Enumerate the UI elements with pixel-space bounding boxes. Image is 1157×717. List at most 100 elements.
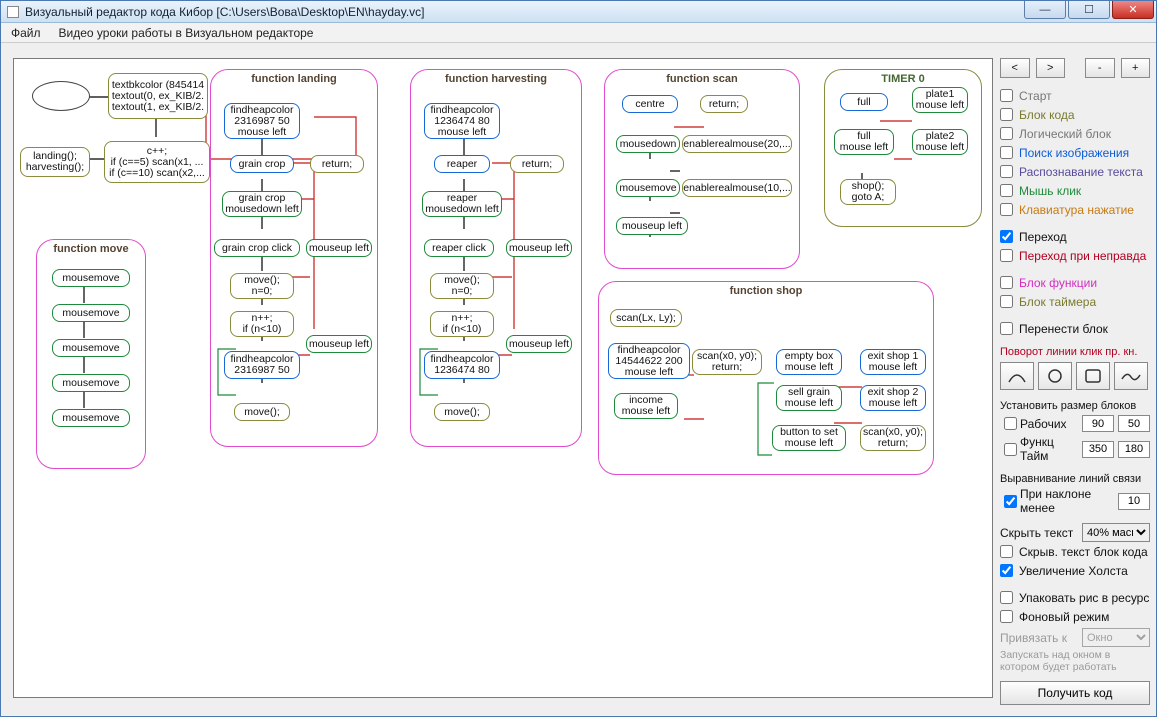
chk-start[interactable] [1000,89,1013,102]
land-mu[interactable]: mouseup left [306,239,372,257]
harv-mv1[interactable]: move(); n=0; [430,273,494,299]
land-mu2[interactable]: mouseup left [306,335,372,353]
shape-circle-button[interactable] [1038,362,1072,390]
close-button[interactable]: ✕ [1112,1,1154,19]
mv1[interactable]: mousemove [52,304,130,322]
tim-fullml[interactable]: full mouse left [834,129,894,155]
chk-mouse[interactable] [1000,184,1013,197]
harv-mu[interactable]: mouseup left [506,239,572,257]
shape-arc-button[interactable] [1000,362,1034,390]
opt-jump[interactable]: Переход [1000,227,1150,246]
shop-scanL[interactable]: scan(Lx, Ly); [610,309,682,327]
shop-exit1[interactable]: exit shop 1 mouse left [860,349,926,375]
opt-logic[interactable]: Логический блок [1000,124,1150,143]
in-work-w[interactable] [1082,415,1114,432]
opt-start[interactable]: Старт [1000,86,1150,105]
opt-ocr[interactable]: Распознавание текста [1000,162,1150,181]
scan-er2[interactable]: enablerealmouse(10,... [682,179,792,197]
maximize-button[interactable]: ☐ [1068,1,1110,19]
chk-ocr[interactable] [1000,165,1013,178]
chk-image[interactable] [1000,146,1013,159]
chk-moveblk[interactable] [1000,322,1013,335]
land-mv1[interactable]: move(); n=0; [230,273,294,299]
harv-find2[interactable]: findheapcolor 1236474 80 [424,351,500,379]
land-cond[interactable]: n++; if (n<10) [230,311,294,337]
mv0[interactable]: mousemove [52,269,130,287]
nav-back-button[interactable]: < [1000,58,1030,78]
opt-code[interactable]: Блок кода [1000,105,1150,124]
harv-ret[interactable]: return; [510,155,564,173]
harv-find1[interactable]: findheapcolor 1236474 80 mouse left [424,103,500,139]
land-crop[interactable]: grain crop [230,155,294,173]
start-ellipse[interactable] [32,81,90,111]
block-loop[interactable]: c++; if (c==5) scan(x1, ... if (c==10) s… [104,141,210,183]
shop-setp[interactable]: button to set mouse left [772,425,846,451]
nav-zoomout-button[interactable]: - [1085,58,1115,78]
chk-hidecode[interactable] [1000,545,1013,558]
canvas[interactable]: textbkcolor (845414 textout(0, ex_KIB/2.… [14,59,992,697]
harv-mu2[interactable]: mouseup left [506,335,572,353]
opt-moveblk[interactable]: Перенести блок [1000,319,1150,338]
chk-func-size[interactable] [1004,443,1017,456]
land-mv2[interactable]: move(); [234,403,290,421]
scan-mm[interactable]: mousemove [616,179,680,197]
get-code-button[interactable]: Получить код [1000,681,1150,705]
land-find2[interactable]: findheapcolor 2316987 50 [224,351,300,379]
chk-bg[interactable] [1000,610,1013,623]
scan-centre[interactable]: centre [622,95,678,113]
shop-exit2[interactable]: exit shop 2 mouse left [860,385,926,411]
tim-shop[interactable]: shop(); goto A; [840,179,896,205]
opt-pack[interactable]: Упаковать рис в ресурс [1000,588,1150,607]
chk-logic[interactable] [1000,127,1013,140]
opt-mouse[interactable]: Мышь клик [1000,181,1150,200]
shop-find[interactable]: findheapcolor 14544622 200 mouse left [608,343,690,379]
harv-cond[interactable]: n++; if (n<10) [430,311,494,337]
chk-pack[interactable] [1000,591,1013,604]
opt-timer[interactable]: Блок таймера [1000,292,1150,311]
shape-rect-button[interactable] [1076,362,1110,390]
chk-code[interactable] [1000,108,1013,121]
chk-func[interactable] [1000,276,1013,289]
opt-keyb[interactable]: Клавиатура нажатие [1000,200,1150,219]
menu-file[interactable]: Файл [11,26,41,40]
chk-timer[interactable] [1000,295,1013,308]
sel-hide[interactable]: 40% масш [1082,523,1150,542]
opt-image[interactable]: Поиск изображения [1000,143,1150,162]
harv-mv2[interactable]: move(); [434,403,490,421]
land-crop-md[interactable]: grain crop mousedown left [222,191,302,217]
in-slope[interactable] [1118,493,1150,510]
scan-ret[interactable]: return; [700,95,748,113]
tim-plate1[interactable]: plate1 mouse left [912,87,968,113]
land-crop-click[interactable]: grain crop click [214,239,300,257]
scan-mu[interactable]: mouseup left [616,217,688,235]
mv4[interactable]: mousemove [52,409,130,427]
harv-reap-md[interactable]: reaper mousedown left [422,191,502,217]
harv-reap-clk[interactable]: reaper click [424,239,494,257]
land-ret[interactable]: return; [310,155,364,173]
chk-keyb[interactable] [1000,203,1013,216]
scan-er1[interactable]: enablerealmouse(20,... [682,135,792,153]
chk-slope[interactable] [1004,495,1017,508]
opt-jumpfalse[interactable]: Переход при неправда [1000,246,1150,265]
scan-md[interactable]: mousedown [616,135,680,153]
mv2[interactable]: mousemove [52,339,130,357]
opt-bg[interactable]: Фоновый режим [1000,607,1150,626]
harv-reap[interactable]: reaper [434,155,490,173]
shape-wave-button[interactable] [1114,362,1148,390]
shop-empty[interactable]: empty box mouse left [776,349,842,375]
minimize-button[interactable]: — [1024,1,1066,19]
menu-video[interactable]: Видео уроки работы в Визуальном редактор… [59,26,314,40]
nav-fwd-button[interactable]: > [1036,58,1066,78]
block-textbk[interactable]: textbkcolor (845414 textout(0, ex_KIB/2.… [108,73,208,119]
opt-func[interactable]: Блок функции [1000,273,1150,292]
in-func-w[interactable] [1082,441,1114,458]
mv3[interactable]: mousemove [52,374,130,392]
in-work-h[interactable] [1118,415,1150,432]
shop-sell[interactable]: sell grain mouse left [776,385,842,411]
chk-work-size[interactable] [1004,417,1017,430]
land-find1[interactable]: findheapcolor 2316987 50 mouse left [224,103,300,139]
opt-hidecode[interactable]: Скрыв. текст блок кода [1000,542,1150,561]
chk-jumpfalse[interactable] [1000,249,1013,262]
chk-zoomcanvas[interactable] [1000,564,1013,577]
tim-plate2[interactable]: plate2 mouse left [912,129,968,155]
